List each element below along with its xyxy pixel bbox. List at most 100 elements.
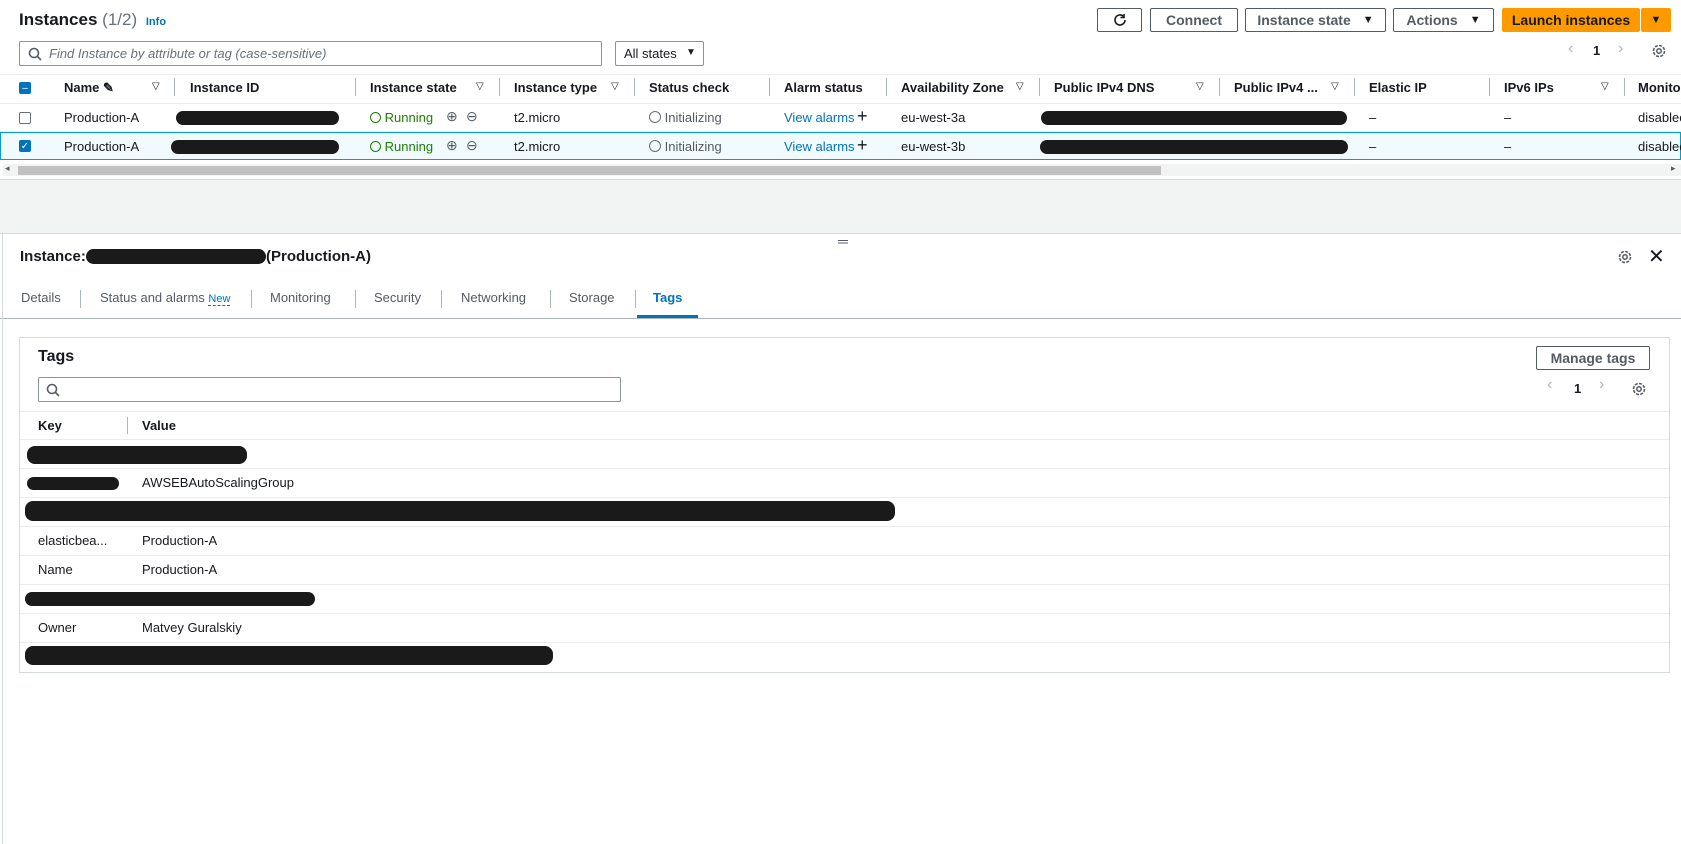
search-icon	[28, 47, 42, 61]
add-alarm-icon[interactable]: +	[857, 135, 868, 156]
column-divider[interactable]	[769, 78, 770, 96]
tags-search-input[interactable]	[38, 377, 621, 402]
search-placeholder: Find Instance by attribute or tag (case-…	[49, 46, 327, 61]
check-circle-icon	[370, 112, 381, 123]
instance-type: t2.micro	[514, 139, 561, 154]
page-number[interactable]: 1	[1574, 381, 1581, 396]
tab-tags[interactable]: Tags	[653, 290, 682, 305]
new-badge: New	[208, 293, 231, 306]
state-filter-select[interactable]: All states ▼	[615, 41, 704, 66]
column-divider[interactable]	[1624, 78, 1625, 96]
col-name-label: Name	[64, 80, 100, 95]
column-divider[interactable]	[499, 78, 500, 96]
tags-heading: Tags	[38, 348, 75, 365]
zoom-out-icon[interactable]: ⊖	[466, 108, 478, 125]
tab-security[interactable]: Security	[374, 290, 421, 305]
tab-storage[interactable]: Storage	[569, 290, 615, 305]
view-alarms-link[interactable]: View alarms	[784, 139, 855, 154]
col-key[interactable]: Key	[38, 418, 62, 433]
prev-page-icon[interactable]: ‹	[1547, 376, 1552, 394]
select-all-checkbox[interactable]: –	[19, 82, 31, 94]
settings-gear-icon[interactable]	[1617, 249, 1633, 265]
tags-header-row	[20, 411, 1669, 440]
tag-row	[20, 556, 1669, 585]
tab-monitoring[interactable]: Monitoring	[270, 290, 331, 305]
scroll-right-icon[interactable]: ▸	[1671, 163, 1676, 174]
next-page-icon[interactable]: ›	[1599, 376, 1604, 394]
page-number[interactable]: 1	[1593, 43, 1600, 58]
col-instance-state[interactable]: Instance state	[370, 80, 457, 95]
launch-dropdown-button[interactable]: ▼	[1641, 8, 1671, 32]
zoom-in-icon[interactable]: ⊕	[446, 137, 458, 154]
resize-handle-icon[interactable]: ═	[838, 233, 848, 249]
info-link[interactable]: Info	[146, 16, 166, 28]
zoom-in-icon[interactable]: ⊕	[446, 108, 458, 125]
clock-icon	[649, 140, 661, 152]
column-divider[interactable]	[1219, 78, 1220, 96]
tab-networking[interactable]: Networking	[461, 290, 526, 305]
tag-row	[20, 440, 1669, 469]
view-alarms-link[interactable]: View alarms	[784, 110, 855, 125]
instance-state-dropdown[interactable]: Instance state ▼	[1245, 8, 1386, 32]
tag-value: Matvey Guralskiy	[142, 620, 242, 635]
column-divider[interactable]	[127, 417, 128, 434]
sort-icon[interactable]: ▽	[1601, 81, 1609, 92]
search-input[interactable]: Find Instance by attribute or tag (case-…	[19, 41, 602, 66]
tag-key: Owner	[38, 620, 77, 635]
row-checkbox[interactable]	[19, 112, 31, 124]
settings-gear-icon[interactable]	[1651, 43, 1667, 59]
connect-button[interactable]: Connect	[1150, 8, 1238, 32]
add-alarm-icon[interactable]: +	[857, 106, 868, 127]
tab-divider	[441, 290, 442, 308]
instance-name: Production-A	[64, 139, 140, 154]
launch-instances-button[interactable]: Launch instances	[1502, 8, 1640, 32]
caret-down-icon: ▼	[1469, 14, 1481, 26]
elastic-ip: –	[1369, 139, 1377, 154]
col-public-ipv4[interactable]: Public IPv4 ...	[1234, 80, 1318, 95]
col-name[interactable]: Name ✎	[64, 80, 114, 96]
prev-page-icon[interactable]: ‹	[1568, 40, 1573, 58]
redacted-dns	[1040, 140, 1348, 154]
sort-icon[interactable]: ▽	[1016, 81, 1024, 92]
caret-down-icon: ▼	[1362, 14, 1374, 26]
tab-status-and-alarms[interactable]: Status and alarms New	[100, 290, 231, 306]
col-instance-type[interactable]: Instance type	[514, 80, 597, 95]
tag-value: Production-A	[142, 562, 218, 577]
sort-icon[interactable]: ▽	[476, 81, 484, 92]
sort-icon[interactable]: ▽	[1331, 81, 1339, 92]
tab-details[interactable]: Details	[21, 290, 61, 305]
column-divider[interactable]	[634, 78, 635, 96]
settings-gear-icon[interactable]	[1631, 381, 1647, 397]
col-ipv6-ips[interactable]: IPv6 IPs	[1504, 80, 1554, 95]
scrollbar-thumb[interactable]	[18, 166, 1161, 175]
sort-icon[interactable]: ▽	[1196, 81, 1204, 92]
redacted-tag	[25, 592, 315, 606]
col-status-check[interactable]: Status check	[649, 80, 729, 95]
column-divider[interactable]	[1489, 78, 1490, 96]
close-icon[interactable]: ✕	[1648, 244, 1665, 269]
col-value[interactable]: Value	[142, 418, 176, 433]
sort-icon[interactable]: ▽	[611, 81, 619, 92]
col-monitoring[interactable]: Monito	[1638, 80, 1681, 95]
actions-dropdown[interactable]: Actions ▼	[1393, 8, 1494, 32]
column-divider[interactable]	[1354, 78, 1355, 96]
zoom-out-icon[interactable]: ⊖	[466, 137, 478, 154]
refresh-button[interactable]	[1097, 8, 1142, 32]
col-alarm-status[interactable]: Alarm status	[784, 80, 863, 95]
column-divider[interactable]	[886, 78, 887, 96]
col-elastic-ip[interactable]: Elastic IP	[1369, 80, 1427, 95]
column-divider[interactable]	[355, 78, 356, 96]
horizontal-scrollbar[interactable]: ◂ ▸	[3, 163, 1681, 176]
next-page-icon[interactable]: ›	[1618, 40, 1623, 58]
sort-icon[interactable]: ▽	[152, 81, 160, 92]
column-divider[interactable]	[174, 78, 175, 96]
redacted-tag	[27, 446, 247, 464]
redacted-instance-id	[86, 249, 266, 264]
row-checkbox[interactable]: ✓	[19, 140, 31, 152]
col-public-ipv4-dns[interactable]: Public IPv4 DNS	[1054, 80, 1154, 95]
col-instance-id[interactable]: Instance ID	[190, 80, 259, 95]
manage-tags-button[interactable]: Manage tags	[1536, 346, 1650, 370]
column-divider[interactable]	[1039, 78, 1040, 96]
scroll-left-icon[interactable]: ◂	[5, 163, 10, 174]
col-availability-zone[interactable]: Availability Zone	[901, 80, 1004, 95]
